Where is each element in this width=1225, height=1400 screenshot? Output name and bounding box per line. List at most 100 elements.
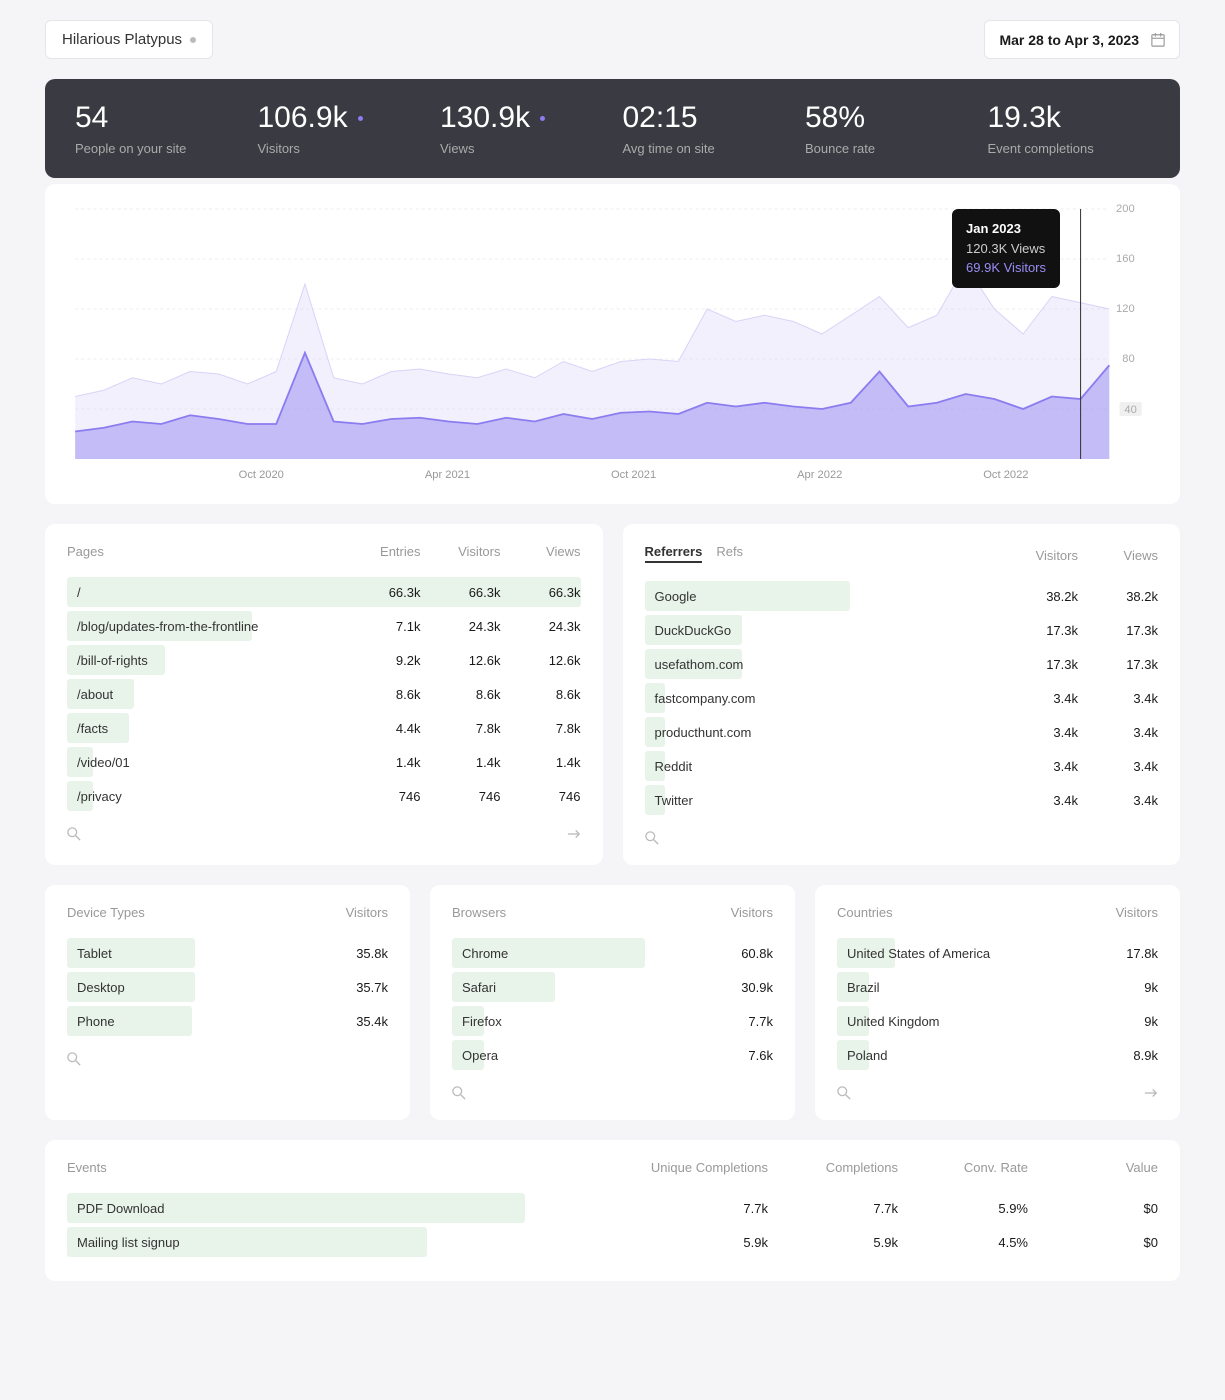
row-values: 746746746 [371, 789, 581, 804]
row-label: Twitter [645, 793, 1029, 808]
row-values: 4.4k7.8k7.8k [371, 721, 581, 736]
row-values: 17.3k17.3k [1028, 623, 1158, 638]
events-title: Events [67, 1160, 107, 1175]
search-icon[interactable] [67, 827, 81, 841]
row-label: Chrome [452, 946, 723, 961]
stat-item[interactable]: 130.9kViews [440, 101, 603, 156]
tab-referrers[interactable]: Referrers [645, 544, 703, 563]
row-values: 7.6k [723, 1048, 773, 1063]
table-row[interactable]: /video/011.4k1.4k1.4k [67, 747, 581, 777]
search-icon[interactable] [67, 1052, 81, 1066]
table-row[interactable]: Brazil9k [837, 972, 1158, 1002]
table-row[interactable]: Twitter3.4k3.4k [645, 785, 1159, 815]
devices-title: Device Types [67, 905, 145, 920]
table-row[interactable]: Firefox7.7k [452, 1006, 773, 1036]
svg-text:160: 160 [1116, 253, 1135, 265]
row-values: 9k [1108, 980, 1158, 995]
table-row[interactable]: United States of America17.8k [837, 938, 1158, 968]
tooltip-views: 120.3K Views [966, 239, 1046, 259]
stat-item[interactable]: 19.3kEvent completions [988, 101, 1151, 156]
table-row[interactable]: Safari30.9k [452, 972, 773, 1002]
stat-item[interactable]: 58%Bounce rate [805, 101, 968, 156]
row-label: Tablet [67, 946, 338, 961]
row-values: 66.3k66.3k66.3k [371, 585, 581, 600]
table-row[interactable]: producthunt.com3.4k3.4k [645, 717, 1159, 747]
row-label: Mailing list signup [67, 1235, 668, 1250]
row-values: 7.1k24.3k24.3k [371, 619, 581, 634]
search-icon[interactable] [837, 1086, 851, 1100]
table-row[interactable]: Phone35.4k [67, 1006, 388, 1036]
row-values: 7.7k7.7k5.9%$0 [668, 1201, 1158, 1216]
row-label: Safari [452, 980, 723, 995]
table-row[interactable]: PDF Download7.7k7.7k5.9%$0 [67, 1193, 1158, 1223]
stat-item[interactable]: 106.9kVisitors [258, 101, 421, 156]
pages-title: Pages [67, 544, 104, 559]
browsers-title: Browsers [452, 905, 506, 920]
col-header: Visitors [723, 905, 773, 920]
table-row[interactable]: /privacy746746746 [67, 781, 581, 811]
table-row[interactable]: /facts4.4k7.8k7.8k [67, 713, 581, 743]
col-header: Unique Completions [651, 1160, 768, 1175]
table-row[interactable]: Google38.2k38.2k [645, 581, 1159, 611]
tooltip-date: Jan 2023 [966, 219, 1046, 239]
row-values: 9k [1108, 1014, 1158, 1029]
svg-text:Oct 2022: Oct 2022 [983, 469, 1028, 481]
row-values: 35.7k [338, 980, 388, 995]
col-header: Visitors [338, 905, 388, 920]
table-row[interactable]: fastcompany.com3.4k3.4k [645, 683, 1159, 713]
col-header: Value [1058, 1160, 1158, 1175]
svg-text:40: 40 [1124, 404, 1136, 416]
row-label: Phone [67, 1014, 338, 1029]
svg-text:Oct 2020: Oct 2020 [239, 469, 284, 481]
row-label: /privacy [67, 789, 371, 804]
col-header: Visitors [1108, 905, 1158, 920]
stats-bar: 54People on your site 106.9kVisitors 130.9… [45, 79, 1180, 178]
row-values: 38.2k38.2k [1028, 589, 1158, 604]
svg-text:120: 120 [1116, 303, 1135, 315]
arrow-right-icon[interactable] [1144, 1086, 1158, 1100]
row-label: / [67, 585, 371, 600]
col-header: Views [531, 544, 581, 559]
table-row[interactable]: Desktop35.7k [67, 972, 388, 1002]
stat-label: People on your site [75, 141, 238, 156]
tooltip-visitors: 69.9K Visitors [966, 258, 1046, 278]
table-row[interactable]: Tablet35.8k [67, 938, 388, 968]
svg-text:200: 200 [1116, 204, 1135, 215]
row-label: Reddit [645, 759, 1029, 774]
table-row[interactable]: /66.3k66.3k66.3k [67, 577, 581, 607]
search-icon[interactable] [452, 1086, 466, 1100]
stat-dot [540, 116, 545, 121]
site-selector[interactable]: Hilarious Platypus [45, 20, 213, 59]
stat-item[interactable]: 54People on your site [75, 101, 238, 156]
arrow-right-icon[interactable] [567, 827, 581, 841]
main-chart-card: 408012016020040Oct 2020Apr 2021Oct 2021A… [45, 184, 1180, 504]
table-row[interactable]: Mailing list signup5.9k5.9k4.5%$0 [67, 1227, 1158, 1257]
countries-title: Countries [837, 905, 893, 920]
tab-refs[interactable]: Refs [716, 544, 743, 563]
date-range-picker[interactable]: Mar 28 to Apr 3, 2023 [984, 20, 1180, 59]
calendar-icon [1151, 33, 1165, 47]
svg-text:80: 80 [1122, 353, 1134, 365]
search-icon[interactable] [645, 831, 659, 845]
row-values: 60.8k [723, 946, 773, 961]
table-row[interactable]: /about8.6k8.6k8.6k [67, 679, 581, 709]
pages-card: Pages EntriesVisitorsViews /66.3k66.3k66… [45, 524, 603, 865]
table-row[interactable]: DuckDuckGo17.3k17.3k [645, 615, 1159, 645]
stat-label: Views [440, 141, 603, 156]
table-row[interactable]: Opera7.6k [452, 1040, 773, 1070]
row-label: Poland [837, 1048, 1108, 1063]
row-values: 3.4k3.4k [1028, 759, 1158, 774]
table-row[interactable]: /bill-of-rights9.2k12.6k12.6k [67, 645, 581, 675]
events-card: Events Unique CompletionsCompletionsConv… [45, 1140, 1180, 1281]
table-row[interactable]: Poland8.9k [837, 1040, 1158, 1070]
row-values: 35.8k [338, 946, 388, 961]
table-row[interactable]: Reddit3.4k3.4k [645, 751, 1159, 781]
table-row[interactable]: Chrome60.8k [452, 938, 773, 968]
stat-item[interactable]: 02:15Avg time on site [623, 101, 786, 156]
row-values: 17.3k17.3k [1028, 657, 1158, 672]
row-label: United Kingdom [837, 1014, 1108, 1029]
table-row[interactable]: /blog/updates-from-the-frontline7.1k24.3… [67, 611, 581, 641]
table-row[interactable]: usefathom.com17.3k17.3k [645, 649, 1159, 679]
col-header: Views [1108, 548, 1158, 563]
table-row[interactable]: United Kingdom9k [837, 1006, 1158, 1036]
